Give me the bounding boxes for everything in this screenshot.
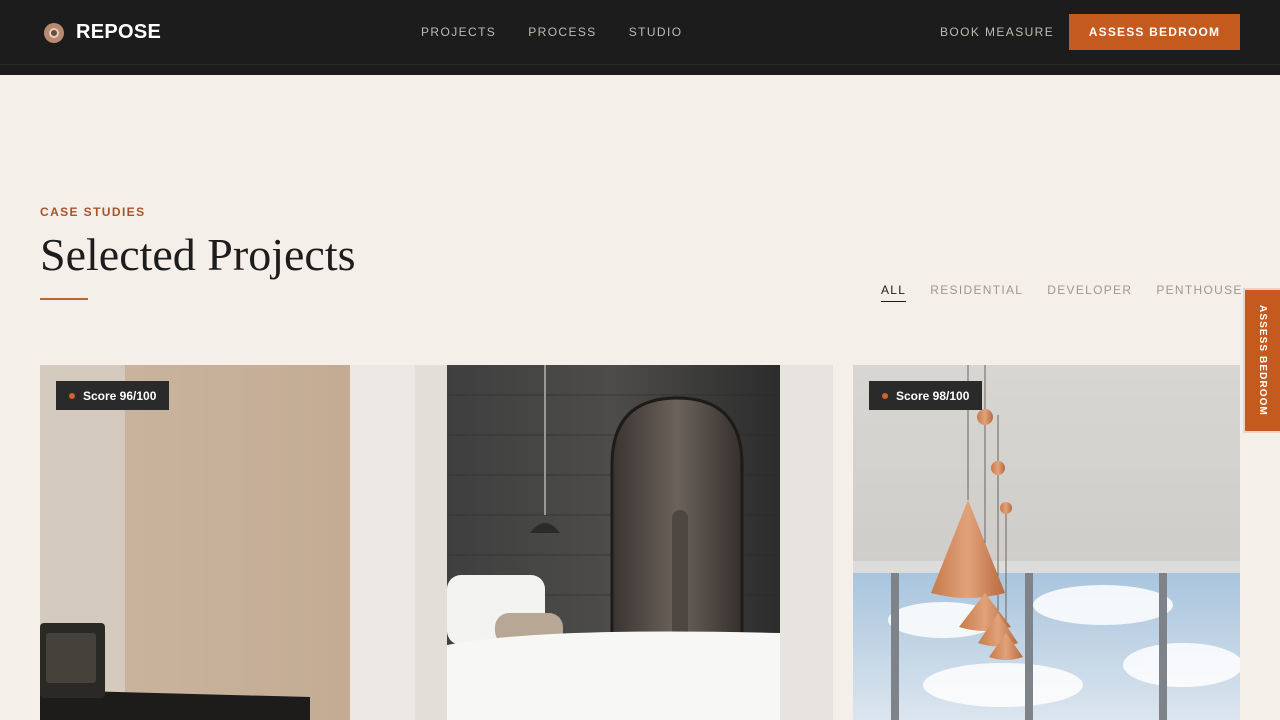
status-dot-icon bbox=[882, 392, 888, 399]
filter-residential[interactable]: RESIDENTIAL bbox=[930, 283, 1023, 302]
status-dot-icon bbox=[69, 392, 75, 399]
main-nav: PROJECTS PROCESS STUDIO bbox=[421, 25, 682, 39]
section-eyebrow: CASE STUDIES bbox=[40, 205, 146, 219]
brand-logo[interactable]: REPOSE bbox=[44, 21, 161, 44]
title-underline bbox=[40, 298, 88, 300]
score-badge: Score 96/100 bbox=[56, 381, 170, 410]
header-divider bbox=[0, 64, 1280, 75]
assess-bedroom-side-tab[interactable]: ASSESS BEDROOM bbox=[1243, 288, 1280, 433]
side-tab-label: ASSESS BEDROOM bbox=[1257, 305, 1268, 416]
project-filters: ALL RESIDENTIAL DEVELOPER PENTHOUSE bbox=[881, 283, 1243, 302]
score-badge: Score 98/100 bbox=[869, 381, 983, 410]
score-text: Score 98/100 bbox=[896, 388, 970, 403]
nav-item-studio[interactable]: STUDIO bbox=[629, 25, 683, 39]
brand-name: REPOSE bbox=[76, 21, 162, 43]
bedroom-with-arched-wardrobe-image bbox=[40, 365, 833, 720]
nav-item-process[interactable]: PROCESS bbox=[528, 25, 596, 39]
project-card[interactable]: Score 98/100 bbox=[853, 365, 1240, 720]
project-card[interactable]: Score 96/100 bbox=[40, 365, 833, 720]
assess-bedroom-button[interactable]: ASSESS BEDROOM bbox=[1069, 14, 1240, 50]
repose-logo-icon bbox=[44, 22, 64, 43]
filter-all[interactable]: ALL bbox=[881, 283, 907, 302]
site-header: REPOSE PROJECTS PROCESS STUDIO BOOK MEAS… bbox=[0, 0, 1280, 64]
score-text: Score 96/100 bbox=[83, 388, 157, 403]
nav-item-projects[interactable]: PROJECTS bbox=[421, 25, 496, 39]
book-measure-link[interactable]: BOOK MEASURE bbox=[940, 25, 1054, 39]
page-title: Selected Projects bbox=[40, 229, 356, 280]
filter-developer[interactable]: DEVELOPER bbox=[1047, 283, 1132, 302]
filter-penthouse[interactable]: PENTHOUSE bbox=[1156, 283, 1242, 302]
penthouse-copper-pendant-lights-image bbox=[853, 365, 1240, 720]
